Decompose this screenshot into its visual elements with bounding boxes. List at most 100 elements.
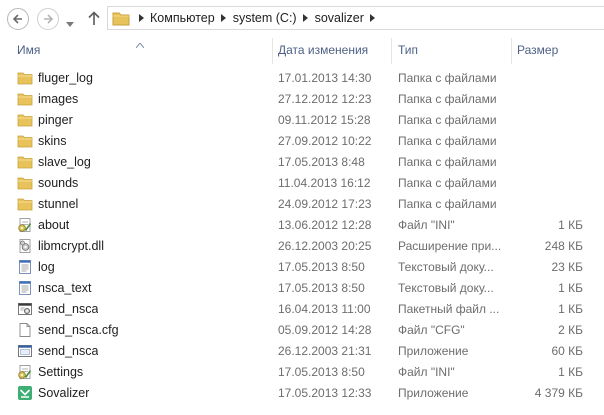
- file-row[interactable]: stunnel 24.09.2012 17:23 Папка с файлами: [0, 194, 604, 215]
- file-date: 17.05.2013 8:50: [278, 260, 365, 274]
- file-name: send_nsca: [38, 344, 99, 358]
- file-type: Файл "CFG": [398, 323, 465, 337]
- folder-icon: [17, 112, 33, 128]
- file-row[interactable]: Sovalizer 17.05.2013 12:33 Приложение 4 379…: [0, 383, 604, 404]
- recent-locations-dropdown-icon[interactable]: [66, 16, 74, 30]
- file-type: Пакетный файл ...: [398, 302, 500, 316]
- file-row[interactable]: skins 27.09.2012 10:22 Папка с файлами: [0, 131, 604, 152]
- file-row[interactable]: log 17.05.2013 8:50 Текстовый доку... 23 КБ: [0, 257, 604, 278]
- file-name: sounds: [38, 176, 79, 190]
- file-type: Файл "INI": [398, 218, 455, 232]
- column-date-header[interactable]: Дата изменения: [278, 43, 368, 57]
- folder-icon: [17, 175, 33, 191]
- column-divider[interactable]: [391, 38, 392, 64]
- chevron-right-icon[interactable]: [299, 14, 313, 22]
- file-name: stunnel: [38, 197, 79, 211]
- file-size: 1 КБ: [558, 218, 583, 232]
- chevron-right-icon[interactable]: [217, 14, 231, 22]
- folder-icon: [17, 91, 33, 107]
- file-date: 27.12.2012 12:23: [278, 92, 372, 106]
- file-row[interactable]: send_nsca.cfg 05.09.2012 14:28 Файл "CFG" 2…: [0, 320, 604, 341]
- column-divider[interactable]: [272, 38, 273, 64]
- file-size: 4 379 КБ: [534, 386, 583, 400]
- file-list: fluger_log 17.01.2013 14:30 Папка с файлам…: [0, 68, 604, 404]
- file-type: Папка с файлами: [398, 176, 497, 190]
- file-size: 1 КБ: [558, 281, 583, 295]
- folder-icon: [17, 154, 33, 170]
- file-type: Текстовый доку...: [398, 281, 494, 295]
- folder-icon: [112, 10, 130, 26]
- file-date: 05.09.2012 14:28: [278, 323, 372, 337]
- file-name: images: [38, 92, 79, 106]
- breadcrumb-computer[interactable]: Компьютер: [148, 11, 217, 25]
- arrow-right-icon: [42, 13, 54, 25]
- folder-icon: [17, 70, 33, 86]
- file-size: 248 КБ: [544, 239, 583, 253]
- file-row[interactable]: libmcrypt.dll 26.12.2003 20:25 Расширение …: [0, 236, 604, 257]
- chevron-right-icon[interactable]: [134, 14, 148, 22]
- file-row[interactable]: Settings 17.05.2013 8:50 Файл "INI" 1 КБ: [0, 362, 604, 383]
- file-type: Приложение: [398, 386, 469, 400]
- file-type: Папка с файлами: [398, 113, 497, 127]
- dll-icon: [17, 238, 33, 254]
- file-type: Приложение: [398, 344, 469, 358]
- file-name: libmcrypt.dll: [38, 239, 104, 253]
- file-type: Папка с файлами: [398, 197, 497, 211]
- file-date: 17.05.2013 12:33: [278, 386, 372, 400]
- batch-file-icon: [17, 301, 33, 317]
- file-date: 26.12.2003 20:25: [278, 239, 372, 253]
- text-document-icon: [17, 280, 33, 296]
- back-button[interactable]: [7, 8, 29, 30]
- column-header: Имя Дата изменения Тип Размер: [0, 38, 604, 64]
- exe-icon: [17, 343, 33, 359]
- sovalizer-app-icon: [17, 385, 33, 401]
- file-date: 13.06.2012 12:28: [278, 218, 372, 232]
- breadcrumb-drive[interactable]: system (C:): [231, 11, 299, 25]
- file-date: 27.09.2012 10:22: [278, 134, 372, 148]
- file-date: 09.11.2012 15:28: [278, 113, 371, 127]
- breadcrumb[interactable]: Компьютер system (C:) sovalizer: [107, 6, 604, 30]
- folder-icon: [17, 133, 33, 149]
- column-type-header[interactable]: Тип: [398, 43, 418, 57]
- file-date: 16.04.2013 11:00: [278, 302, 371, 316]
- file-type: Папка с файлами: [398, 155, 497, 169]
- file-name: skins: [38, 134, 67, 148]
- file-size: 23 КБ: [551, 260, 583, 274]
- up-arrow-icon[interactable]: [87, 10, 101, 26]
- file-size: 2 КБ: [558, 323, 583, 337]
- ini-settings-icon: [17, 364, 33, 380]
- file-row[interactable]: nsca_text 17.05.2013 8:50 Текстовый доку..…: [0, 278, 604, 299]
- file-row[interactable]: images 27.12.2012 12:23 Папка с файлами: [0, 89, 604, 110]
- file-date: 26.12.2003 21:31: [278, 344, 372, 358]
- ini-settings-icon: [17, 217, 33, 233]
- file-row[interactable]: send_nsca 16.04.2013 11:00 Пакетный файл .…: [0, 299, 604, 320]
- folder-icon: [17, 196, 33, 212]
- breadcrumb-folder[interactable]: sovalizer: [313, 11, 366, 25]
- file-row[interactable]: slave_log 17.05.2013 8:48 Папка с файлами: [0, 152, 604, 173]
- file-date: 17.05.2013 8:50: [278, 365, 365, 379]
- file-name: send_nsca: [38, 302, 99, 316]
- file-name: Sovalizer: [38, 386, 90, 400]
- address-bar: Компьютер system (C:) sovalizer: [0, 0, 604, 36]
- column-name-header[interactable]: Имя: [17, 43, 40, 57]
- file-type: Расширение при...: [398, 239, 502, 253]
- file-date: 17.01.2013 14:30: [278, 71, 372, 85]
- file-row[interactable]: sounds 11.04.2013 16:12 Папка с файлами: [0, 173, 604, 194]
- column-divider[interactable]: [511, 38, 512, 64]
- file-name: slave_log: [38, 155, 91, 169]
- file-row[interactable]: about 13.06.2012 12:28 Файл "INI" 1 КБ: [0, 215, 604, 236]
- file-row[interactable]: fluger_log 17.01.2013 14:30 Папка с файлам…: [0, 68, 604, 89]
- file-date: 11.04.2013 16:12: [278, 176, 371, 190]
- file-size: 60 КБ: [551, 344, 583, 358]
- file-row[interactable]: send_nsca 26.12.2003 21:31 Приложение 60 КБ: [0, 341, 604, 362]
- file-name: pinger: [38, 113, 73, 127]
- forward-button[interactable]: [37, 8, 59, 30]
- column-size-header[interactable]: Размер: [517, 43, 558, 57]
- chevron-right-icon[interactable]: [366, 14, 380, 22]
- file-size: 1 КБ: [558, 302, 583, 316]
- file-date: 17.05.2013 8:50: [278, 281, 365, 295]
- file-type: Папка с файлами: [398, 134, 497, 148]
- file-type: Папка с файлами: [398, 92, 497, 106]
- file-name: log: [38, 260, 55, 274]
- file-row[interactable]: pinger 09.11.2012 15:28 Папка с файлами: [0, 110, 604, 131]
